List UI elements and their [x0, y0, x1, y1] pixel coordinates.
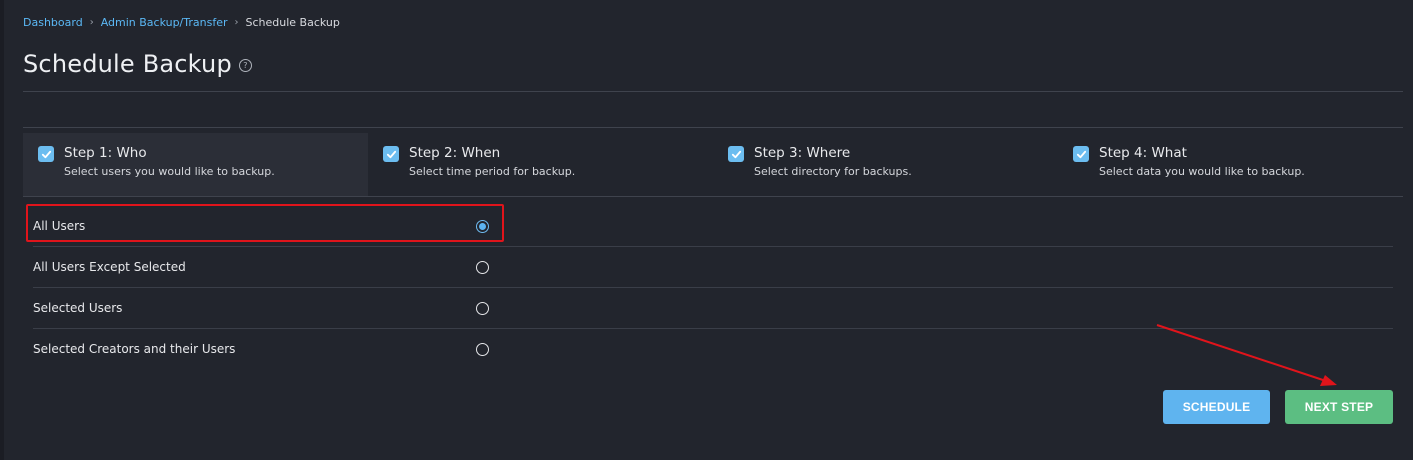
- step-when[interactable]: Step 2: When Select time period for back…: [368, 133, 713, 196]
- step-subtitle: Select users you would like to backup.: [64, 165, 275, 178]
- divider: [23, 91, 1403, 92]
- option-label: Selected Creators and their Users: [33, 342, 236, 356]
- next-step-button[interactable]: NEXT STEP: [1285, 390, 1393, 424]
- step-title: Step 2: When: [409, 145, 501, 161]
- step-checkbox-icon[interactable]: [383, 146, 399, 162]
- breadcrumb-current: Schedule Backup: [245, 16, 340, 29]
- breadcrumb-admin-backup-link[interactable]: Admin Backup/Transfer: [101, 16, 228, 29]
- step-who[interactable]: Step 1: Who Select users you would like …: [23, 133, 368, 196]
- step-checkbox-icon[interactable]: [1073, 146, 1089, 162]
- option-selected-creators[interactable]: Selected Creators and their Users: [33, 329, 1393, 370]
- radio-button[interactable]: [476, 302, 489, 315]
- breadcrumb-dashboard-link[interactable]: Dashboard: [23, 16, 83, 29]
- option-label: Selected Users: [33, 301, 123, 315]
- divider: [23, 127, 1403, 128]
- breadcrumb: Dashboard › Admin Backup/Transfer › Sche…: [23, 16, 340, 29]
- title-row: Schedule Backup ?: [23, 50, 252, 78]
- step-what[interactable]: Step 4: What Select data you would like …: [1058, 133, 1403, 196]
- step-subtitle: Select time period for backup.: [409, 165, 576, 178]
- step-checkbox-icon[interactable]: [38, 146, 54, 162]
- step-subtitle: Select directory for backups.: [754, 165, 912, 178]
- step-subtitle: Select data you would like to backup.: [1099, 165, 1305, 178]
- radio-button[interactable]: [476, 343, 489, 356]
- option-label: All Users Except Selected: [33, 260, 186, 274]
- radio-button[interactable]: [476, 220, 489, 233]
- wizard-steps: Step 1: Who Select users you would like …: [23, 133, 1403, 196]
- left-edge: [0, 0, 4, 460]
- step-title: Step 4: What: [1099, 145, 1187, 161]
- option-selected-users[interactable]: Selected Users: [33, 288, 1393, 329]
- help-icon[interactable]: ?: [238, 58, 252, 72]
- schedule-button[interactable]: SCHEDULE: [1163, 390, 1270, 424]
- user-selection-options: All Users All Users Except Selected Sele…: [33, 206, 1393, 370]
- radio-button[interactable]: [476, 261, 489, 274]
- option-all-users-except-selected[interactable]: All Users Except Selected: [33, 247, 1393, 288]
- step-checkbox-icon[interactable]: [728, 146, 744, 162]
- step-title: Step 3: Where: [754, 145, 851, 161]
- step-title: Step 1: Who: [64, 145, 147, 161]
- divider: [23, 196, 1403, 197]
- option-all-users[interactable]: All Users: [33, 206, 1393, 247]
- step-where[interactable]: Step 3: Where Select directory for backu…: [713, 133, 1058, 196]
- option-label: All Users: [33, 219, 86, 233]
- page-title: Schedule Backup: [23, 50, 232, 78]
- breadcrumb-separator: ›: [234, 17, 239, 28]
- breadcrumb-separator: ›: [89, 17, 94, 28]
